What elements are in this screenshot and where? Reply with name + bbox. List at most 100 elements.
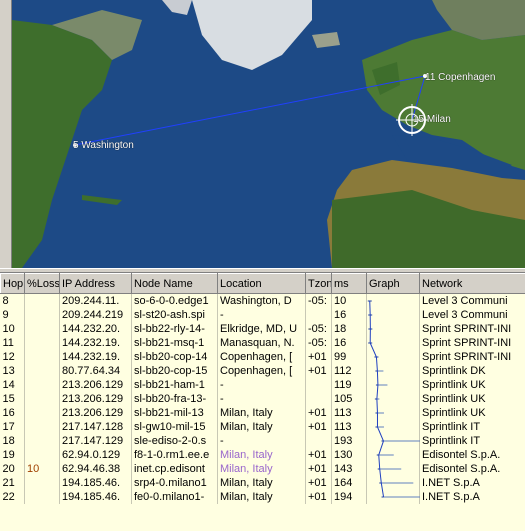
cell-ip: 194.185.46. <box>59 490 132 504</box>
cell-network: Edisontel S.p.A. <box>419 448 525 462</box>
cell-loss <box>24 293 60 308</box>
cell-ms: 99 <box>331 350 367 364</box>
table-row[interactable]: 18 217.147.129 sle-ediso-2-0.s - 193 Sprintli… <box>0 434 525 448</box>
cell-node: sl-gw10-mil-15 <box>131 420 218 434</box>
column-header-node[interactable]: Node Name <box>131 273 218 294</box>
cell-network: Sprintlink IT <box>419 420 525 434</box>
table-row[interactable]: 8 209.244.11. so-6-0-0.edge1 Washington, D-… <box>0 293 525 308</box>
cell-loss <box>24 336 60 350</box>
cell-ip: 144.232.20. <box>59 322 132 336</box>
column-header-network[interactable]: Network <box>419 273 525 294</box>
table-row[interactable]: 20 10 62.94.46.38 inet.cp.edisont Milan, Ita… <box>0 462 525 476</box>
cell-tzone: +01 <box>305 420 332 434</box>
cell-graph <box>366 293 420 308</box>
cell-ip: 213.206.129 <box>59 378 132 392</box>
cell-tzone: +01 <box>305 462 332 476</box>
table-row[interactable]: 12 144.232.19. sl-bb20-cop-14 Copenhagen, [… <box>0 350 525 364</box>
column-header-ms[interactable]: ms <box>331 273 367 294</box>
table-header-row: Hop %Loss IP Address Node Name Location … <box>0 273 525 294</box>
cell-network: I.NET S.p.A <box>419 490 525 504</box>
cell-node: so-6-0-0.edge1 <box>131 293 218 308</box>
table-row[interactable]: 17 217.147.128 sl-gw10-mil-15 Milan, Italy +… <box>0 420 525 434</box>
cell-ms: 16 <box>331 308 367 322</box>
cell-ms: 16 <box>331 336 367 350</box>
cell-hop: 17 <box>0 420 25 434</box>
cell-network: I.NET S.p.A <box>419 476 525 490</box>
cell-hop: 13 <box>0 364 25 378</box>
cell-ms: 143 <box>331 462 367 476</box>
left-scroll-edge[interactable] <box>0 0 12 268</box>
cell-node: sl-bb21-msq-1 <box>131 336 218 350</box>
cell-tzone: +01 <box>305 448 332 462</box>
cell-location: Elkridge, MD, U <box>217 322 306 336</box>
column-header-ip[interactable]: IP Address <box>59 273 132 294</box>
cell-loss <box>24 434 60 448</box>
cell-tzone: +01 <box>305 406 332 420</box>
cell-graph <box>366 364 420 378</box>
cell-loss <box>24 392 60 406</box>
cell-loss <box>24 308 60 322</box>
cell-network: Sprint SPRINT-INI <box>419 350 525 364</box>
cell-graph <box>366 420 420 434</box>
cell-hop: 14 <box>0 378 25 392</box>
cell-network: Sprintlink UK <box>419 392 525 406</box>
cell-network: Sprintlink IT <box>419 434 525 448</box>
cell-network: Sprint SPRINT-INI <box>419 336 525 350</box>
cell-location: Milan, Italy <box>217 476 306 490</box>
trace-results-table[interactable]: Hop %Loss IP Address Node Name Location … <box>0 273 525 531</box>
cell-node: sl-bb21-ham-1 <box>131 378 218 392</box>
table-row[interactable]: 21 194.185.46. srp4-0.milano1 Milan, Italy +… <box>0 476 525 490</box>
cell-loss <box>24 420 60 434</box>
column-header-loss[interactable]: %Loss <box>24 273 60 294</box>
cell-ip: 213.206.129 <box>59 406 132 420</box>
cell-ms: 194 <box>331 490 367 504</box>
table-row[interactable]: 15 213.206.129 sl-bb20-fra-13- - 105 Sprintli… <box>0 392 525 406</box>
table-row[interactable]: 9 209.244.219 sl-st20-ash.spi - 16 Level 3 Co… <box>0 308 525 322</box>
cell-ip: 209.244.219 <box>59 308 132 322</box>
cell-node: sle-ediso-2-0.s <box>131 434 218 448</box>
cell-location: Copenhagen, [ <box>217 364 306 378</box>
cell-ms: 113 <box>331 420 367 434</box>
column-header-tzone[interactable]: Tzone <box>305 273 332 294</box>
column-header-location[interactable]: Location <box>217 273 306 294</box>
cell-loss <box>24 476 60 490</box>
cell-hop: 15 <box>0 392 25 406</box>
cell-ms: 10 <box>331 293 367 308</box>
cell-tzone <box>305 308 332 322</box>
cell-node: sl-bb20-fra-13- <box>131 392 218 406</box>
world-map-canvas <box>12 0 525 268</box>
cell-hop: 19 <box>0 448 25 462</box>
cell-tzone <box>305 378 332 392</box>
cell-ip: 62.94.46.38 <box>59 462 132 476</box>
column-header-hop[interactable]: Hop <box>0 273 25 294</box>
table-row[interactable]: 19 62.94.0.129 f8-1-0.rm1.ee.e Milan, Italy… <box>0 448 525 462</box>
route-map[interactable]: 5 Washington 11 Copenhagen 15 Milan <box>0 0 525 268</box>
table-row[interactable]: 16 213.206.129 sl-bb21-mil-13 Milan, Italy +… <box>0 406 525 420</box>
cell-graph <box>366 308 420 322</box>
table-row[interactable]: 22 194.185.46. fe0-0.milano1- Milan, Italy +… <box>0 490 525 504</box>
cell-ip: 217.147.128 <box>59 420 132 434</box>
cell-node: sl-st20-ash.spi <box>131 308 218 322</box>
cell-node: f8-1-0.rm1.ee.e <box>131 448 218 462</box>
cell-graph <box>366 322 420 336</box>
cell-graph <box>366 434 420 448</box>
cell-tzone: +01 <box>305 476 332 490</box>
table-row[interactable]: 11 144.232.19. sl-bb21-msq-1 Manasquan, N. -… <box>0 336 525 350</box>
cell-network: Sprintlink UK <box>419 378 525 392</box>
cell-hop: 11 <box>0 336 25 350</box>
cell-node: sl-bb22-rly-14- <box>131 322 218 336</box>
cell-tzone: -05: <box>305 293 332 308</box>
table-row[interactable]: 13 80.77.64.34 sl-bb20-cop-15 Copenhagen, [… <box>0 364 525 378</box>
cell-node: fe0-0.milano1- <box>131 490 218 504</box>
cell-ms: 105 <box>331 392 367 406</box>
cell-hop: 9 <box>0 308 25 322</box>
cell-graph <box>366 378 420 392</box>
table-row[interactable]: 10 144.232.20. sl-bb22-rly-14- Elkridge, MD… <box>0 322 525 336</box>
cell-network: Sprintlink DK <box>419 364 525 378</box>
cell-loss <box>24 406 60 420</box>
column-header-graph[interactable]: Graph <box>366 273 420 294</box>
cell-ip: 62.94.0.129 <box>59 448 132 462</box>
cell-network: Edisontel S.p.A. <box>419 462 525 476</box>
cell-location: - <box>217 392 306 406</box>
table-row[interactable]: 14 213.206.129 sl-bb21-ham-1- 119 Sprintlink… <box>0 378 525 392</box>
